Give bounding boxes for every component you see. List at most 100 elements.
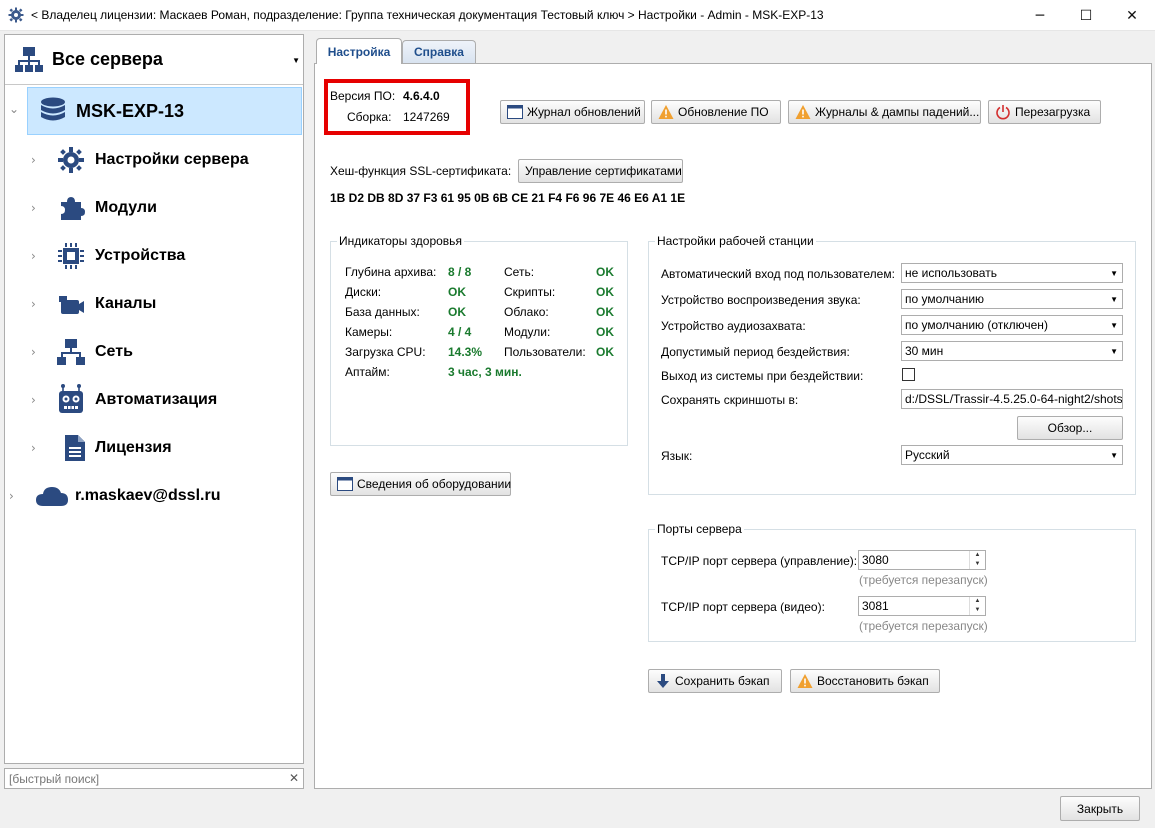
tab-settings[interactable]: Настройка xyxy=(316,38,402,64)
close-button[interactable]: Закрыть xyxy=(1060,796,1140,821)
group-title: Порты сервера xyxy=(655,522,744,536)
health-value: OK xyxy=(596,305,614,319)
chevron-down-icon: ▼ xyxy=(1110,295,1118,304)
version-label: Версия ПО: xyxy=(330,89,396,103)
arrow-down-icon xyxy=(657,674,669,688)
logout-idle-checkbox[interactable] xyxy=(902,368,915,381)
server-tree-panel: Все сервера ▼ ⌄ MSK-EXP-13 › Настройки с… xyxy=(4,34,304,764)
health-label: База данных: xyxy=(345,305,420,319)
crash-logs-button[interactable]: Журналы & дампы падений... xyxy=(788,100,981,124)
minimize-button[interactable]: ─ xyxy=(1017,0,1063,31)
chevron-down-icon: ▼ xyxy=(292,56,300,65)
screenshots-path-label: Сохранять скриншоты в: xyxy=(661,393,799,407)
logout-idle-label: Выход из системы при бездействии: xyxy=(661,369,864,383)
hardware-info-button[interactable]: Сведения об оборудовании xyxy=(330,472,511,496)
sidebar-item-devices[interactable]: › Устройства xyxy=(5,236,303,276)
health-value: OK xyxy=(596,285,614,299)
arrow-up-icon[interactable]: ▲ xyxy=(970,551,985,560)
sidebar-item-license[interactable]: › Лицензия xyxy=(5,428,303,468)
health-value: 8 / 8 xyxy=(448,265,472,279)
sidebar-item-label: Настройки сервера xyxy=(95,151,249,168)
spin-value: 3081 xyxy=(862,599,889,613)
sidebar-item-label: Модули xyxy=(95,199,157,216)
group-title: Настройки рабочей станции xyxy=(655,234,816,248)
arrow-up-icon[interactable]: ▲ xyxy=(970,597,985,606)
camera-icon xyxy=(59,296,84,314)
video-port-stepper[interactable]: 3081 ▲ ▼ xyxy=(858,596,986,616)
button-label: Восстановить бэкап xyxy=(817,674,929,688)
manage-certificates-button[interactable]: Управление сертификатами xyxy=(518,159,683,183)
quick-search-input[interactable] xyxy=(7,770,277,787)
chevron-down-icon: ▼ xyxy=(1110,321,1118,330)
browse-button[interactable]: Обзор... xyxy=(1017,416,1123,440)
server-name: MSK-EXP-13 xyxy=(76,101,185,121)
arrow-down-icon[interactable]: ▼ xyxy=(970,606,985,615)
button-label: Перезагрузка xyxy=(1015,105,1091,119)
select-value: Русский xyxy=(905,448,950,462)
tab-label: Справка xyxy=(414,45,464,59)
settings-content-panel: Версия ПО: 4.6.4.0 Сборка: 1247269 Журна… xyxy=(314,63,1152,789)
sidebar-item-label: Каналы xyxy=(95,295,157,312)
arrow-down-icon[interactable]: ▼ xyxy=(970,560,985,569)
software-update-button[interactable]: Обновление ПО xyxy=(651,100,781,124)
tab-help[interactable]: Справка xyxy=(402,40,476,63)
close-window-button[interactable]: ✕ xyxy=(1109,0,1155,31)
language-label: Язык: xyxy=(661,449,693,463)
chip-icon xyxy=(58,243,84,269)
video-port-label: TCP/IP порт сервера (видео): xyxy=(661,600,825,614)
quick-search-box[interactable]: ✕ xyxy=(4,768,304,789)
health-label: Глубина архива: xyxy=(345,265,437,279)
health-label: Облако: xyxy=(504,305,549,319)
stepper-buttons[interactable]: ▲ ▼ xyxy=(969,597,985,615)
update-log-button[interactable]: Журнал обновлений xyxy=(500,100,645,124)
button-label: Управление сертификатами xyxy=(525,164,682,178)
ssl-hash-value: 1B D2 DB 8D 37 F3 61 95 0B 6B CE 21 F4 F… xyxy=(330,191,686,205)
cloud-icon xyxy=(36,487,68,506)
language-select[interactable]: Русский ▼ xyxy=(901,445,1123,465)
clear-search-icon[interactable]: ✕ xyxy=(289,771,299,785)
sidebar-item-automation[interactable]: › Автоматизация xyxy=(5,380,303,420)
sidebar-item-label: Сеть xyxy=(95,343,133,360)
tab-label: Настройка xyxy=(327,44,391,59)
robot-icon xyxy=(59,384,83,413)
button-label: Сохранить бэкап xyxy=(675,674,770,688)
tree-node-cloud-user[interactable]: › r.maskaev@dssl.ru xyxy=(5,476,303,516)
screenshots-path-input[interactable]: d:/DSSL/Trassir-4.5.25.0-64-night2/shots xyxy=(901,389,1123,409)
button-label: Журналы & дампы падений... xyxy=(815,105,980,119)
sidebar-item-channels[interactable]: › Каналы xyxy=(5,284,303,324)
build-value: 1247269 xyxy=(403,110,450,124)
puzzle-icon xyxy=(61,197,85,220)
title-bar: < Владелец лицензии: Маскаев Роман, подр… xyxy=(0,0,1155,31)
audio-capture-select[interactable]: по умолчанию (отключен) ▼ xyxy=(901,315,1123,335)
sidebar-item-server-settings[interactable]: › Настройки сервера xyxy=(5,140,303,180)
restart-required-hint: (требуется перезапуск) xyxy=(859,573,988,587)
server-selector-dropdown[interactable]: Все сервера ▼ xyxy=(5,35,303,85)
restart-button[interactable]: Перезагрузка xyxy=(988,100,1101,124)
stepper-buttons[interactable]: ▲ ▼ xyxy=(969,551,985,569)
sidebar-item-modules[interactable]: › Модули xyxy=(5,188,303,228)
audio-capture-label: Устройство аудиозахвата: xyxy=(661,319,806,333)
version-info-box: Версия ПО: 4.6.4.0 Сборка: 1247269 xyxy=(324,79,470,135)
auto-login-select[interactable]: не использовать ▼ xyxy=(901,263,1123,283)
server-node-selected[interactable]: MSK-EXP-13 xyxy=(27,87,302,135)
select-value: 30 мин xyxy=(905,344,944,358)
restore-backup-button[interactable]: Восстановить бэкап xyxy=(790,669,940,693)
save-backup-button[interactable]: Сохранить бэкап xyxy=(648,669,782,693)
maximize-button[interactable]: ☐ xyxy=(1063,0,1109,31)
sidebar-item-network[interactable]: › Сеть xyxy=(5,332,303,372)
idle-period-select[interactable]: 30 мин ▼ xyxy=(901,341,1123,361)
network-icon xyxy=(57,339,85,365)
power-icon xyxy=(996,105,1010,120)
idle-period-label: Допустимый период бездействия: xyxy=(661,345,850,359)
health-label: Диски: xyxy=(345,285,382,299)
control-port-stepper[interactable]: 3080 ▲ ▼ xyxy=(858,550,986,570)
expand-arrow-icon[interactable]: ⌄ xyxy=(9,102,19,116)
sound-playback-select[interactable]: по умолчанию ▼ xyxy=(901,289,1123,309)
chevron-down-icon: ▼ xyxy=(1110,451,1118,460)
health-value: 4 / 4 xyxy=(448,325,472,339)
restart-required-hint: (требуется перезапуск) xyxy=(859,619,988,633)
close-icon: ✕ xyxy=(1126,7,1138,24)
select-value: по умолчанию (отключен) xyxy=(905,318,1048,332)
input-value: d:/DSSL/Trassir-4.5.25.0-64-night2/shots xyxy=(905,392,1123,406)
health-value: OK xyxy=(596,345,614,359)
